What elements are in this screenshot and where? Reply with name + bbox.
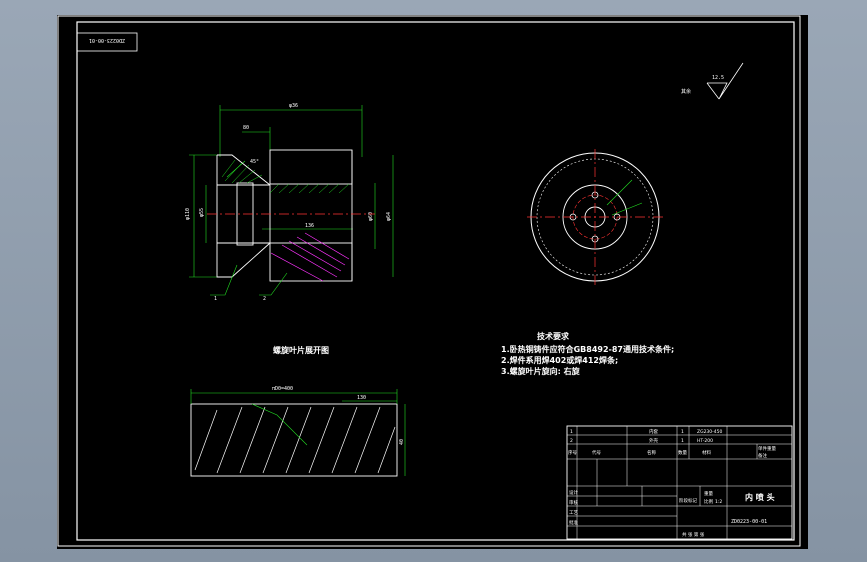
svg-text:φ64: φ64 (386, 212, 392, 221)
technical-requirements: 技术要求 1.卧热铜铸件应符合GB8492-87通用技术条件; 2.焊件系用焊4… (501, 331, 674, 376)
part-name: 内 喷 头 (745, 492, 775, 502)
front-dim-texts: φ36 80 45° φ110 φ55 136 φ60 φ64 1 2 (185, 103, 392, 302)
svg-text:45°: 45° (250, 159, 259, 165)
svg-text:ZD0223-00-01: ZD0223-00-01 (731, 519, 767, 525)
svg-text:φ110: φ110 (185, 208, 191, 220)
svg-text:数量: 数量 (678, 449, 687, 456)
inner-frame (76, 21, 795, 541)
svg-text:136: 136 (305, 223, 314, 229)
svg-text:1:2: 1:2 (715, 499, 722, 505)
title-block: 1 内套 1 ZG230-450 2 外壳 1 HT-200 序号 代号 名称 … (566, 425, 793, 540)
svg-text:外壳: 外壳 (649, 437, 658, 444)
outer-frame (57, 15, 801, 547)
svg-text:名称: 名称 (647, 449, 656, 456)
cad-drawing-canvas[interactable]: ZD0223-00-01 其余 12.5 φ36 80 45° φ110 φ55… (57, 15, 808, 549)
svg-text:φ60: φ60 (368, 212, 374, 221)
roughness-symbol: 其余 12.5 (681, 62, 744, 100)
svg-text:2.焊件系用焊402或焊412焊条;: 2.焊件系用焊402或焊412焊条; (501, 355, 618, 365)
front-section-view: φ36 80 45° φ110 φ55 136 φ60 φ64 1 2 (185, 103, 394, 302)
svg-text:130: 130 (357, 395, 366, 401)
svg-text:序号: 序号 (568, 449, 577, 456)
svg-text:3.螺旋叶片旋向: 右旋: 3.螺旋叶片旋向: 右旋 (501, 366, 581, 376)
front-leaders (210, 264, 288, 296)
front-body-outline (216, 149, 353, 282)
svg-text:40: 40 (399, 439, 405, 445)
svg-text:1: 1 (681, 438, 684, 444)
svg-text:2: 2 (570, 438, 573, 444)
svg-text:批准: 批准 (569, 519, 578, 526)
svg-text:1.卧热铜铸件应符合GB8492-87通用技术条件;: 1.卧热铜铸件应符合GB8492-87通用技术条件; (501, 344, 674, 354)
svg-text:其余: 其余 (681, 88, 691, 95)
side-circular-view (527, 149, 663, 285)
svg-text:备注: 备注 (758, 452, 767, 459)
svg-text:重量: 重量 (704, 490, 713, 497)
svg-text:πD0=400: πD0=400 (272, 386, 293, 392)
svg-text:1: 1 (214, 296, 217, 302)
svg-text:2: 2 (263, 296, 266, 302)
top-drawing-number: ZD0223-00-01 (76, 32, 138, 52)
svg-text:内套: 内套 (649, 428, 658, 435)
svg-text:阶段标记: 阶段标记 (679, 497, 697, 504)
svg-text:共 张 第 张: 共 张 第 张 (682, 531, 705, 538)
svg-text:代号: 代号 (592, 449, 601, 456)
spiral-blade-lines (270, 232, 350, 282)
svg-text:螺旋叶片展开图: 螺旋叶片展开图 (273, 345, 329, 355)
spiral-development-view: 螺旋叶片展开图 πD0=400 130 40 (190, 345, 406, 477)
drawing-svg: ZD0223-00-01 其余 12.5 φ36 80 45° φ110 φ55… (57, 15, 801, 547)
svg-text:1: 1 (570, 429, 573, 435)
svg-text:ZD0223-00-01: ZD0223-00-01 (89, 37, 125, 43)
svg-text:单件重量: 单件重量 (758, 445, 776, 452)
svg-text:HT-200: HT-200 (697, 438, 713, 444)
svg-text:审核: 审核 (569, 499, 578, 506)
svg-text:φ36: φ36 (289, 103, 298, 109)
front-hatching (221, 159, 350, 194)
svg-text:设计: 设计 (569, 489, 578, 496)
svg-text:工艺: 工艺 (569, 510, 578, 516)
svg-text:80: 80 (243, 125, 249, 131)
svg-text:φ55: φ55 (199, 208, 205, 217)
svg-text:技术要求: 技术要求 (537, 331, 570, 341)
svg-text:12.5: 12.5 (712, 75, 724, 81)
svg-text:材料: 材料 (702, 449, 711, 456)
svg-text:1: 1 (681, 429, 684, 435)
svg-text:比例: 比例 (704, 498, 713, 505)
svg-text:ZG230-450: ZG230-450 (697, 429, 723, 435)
